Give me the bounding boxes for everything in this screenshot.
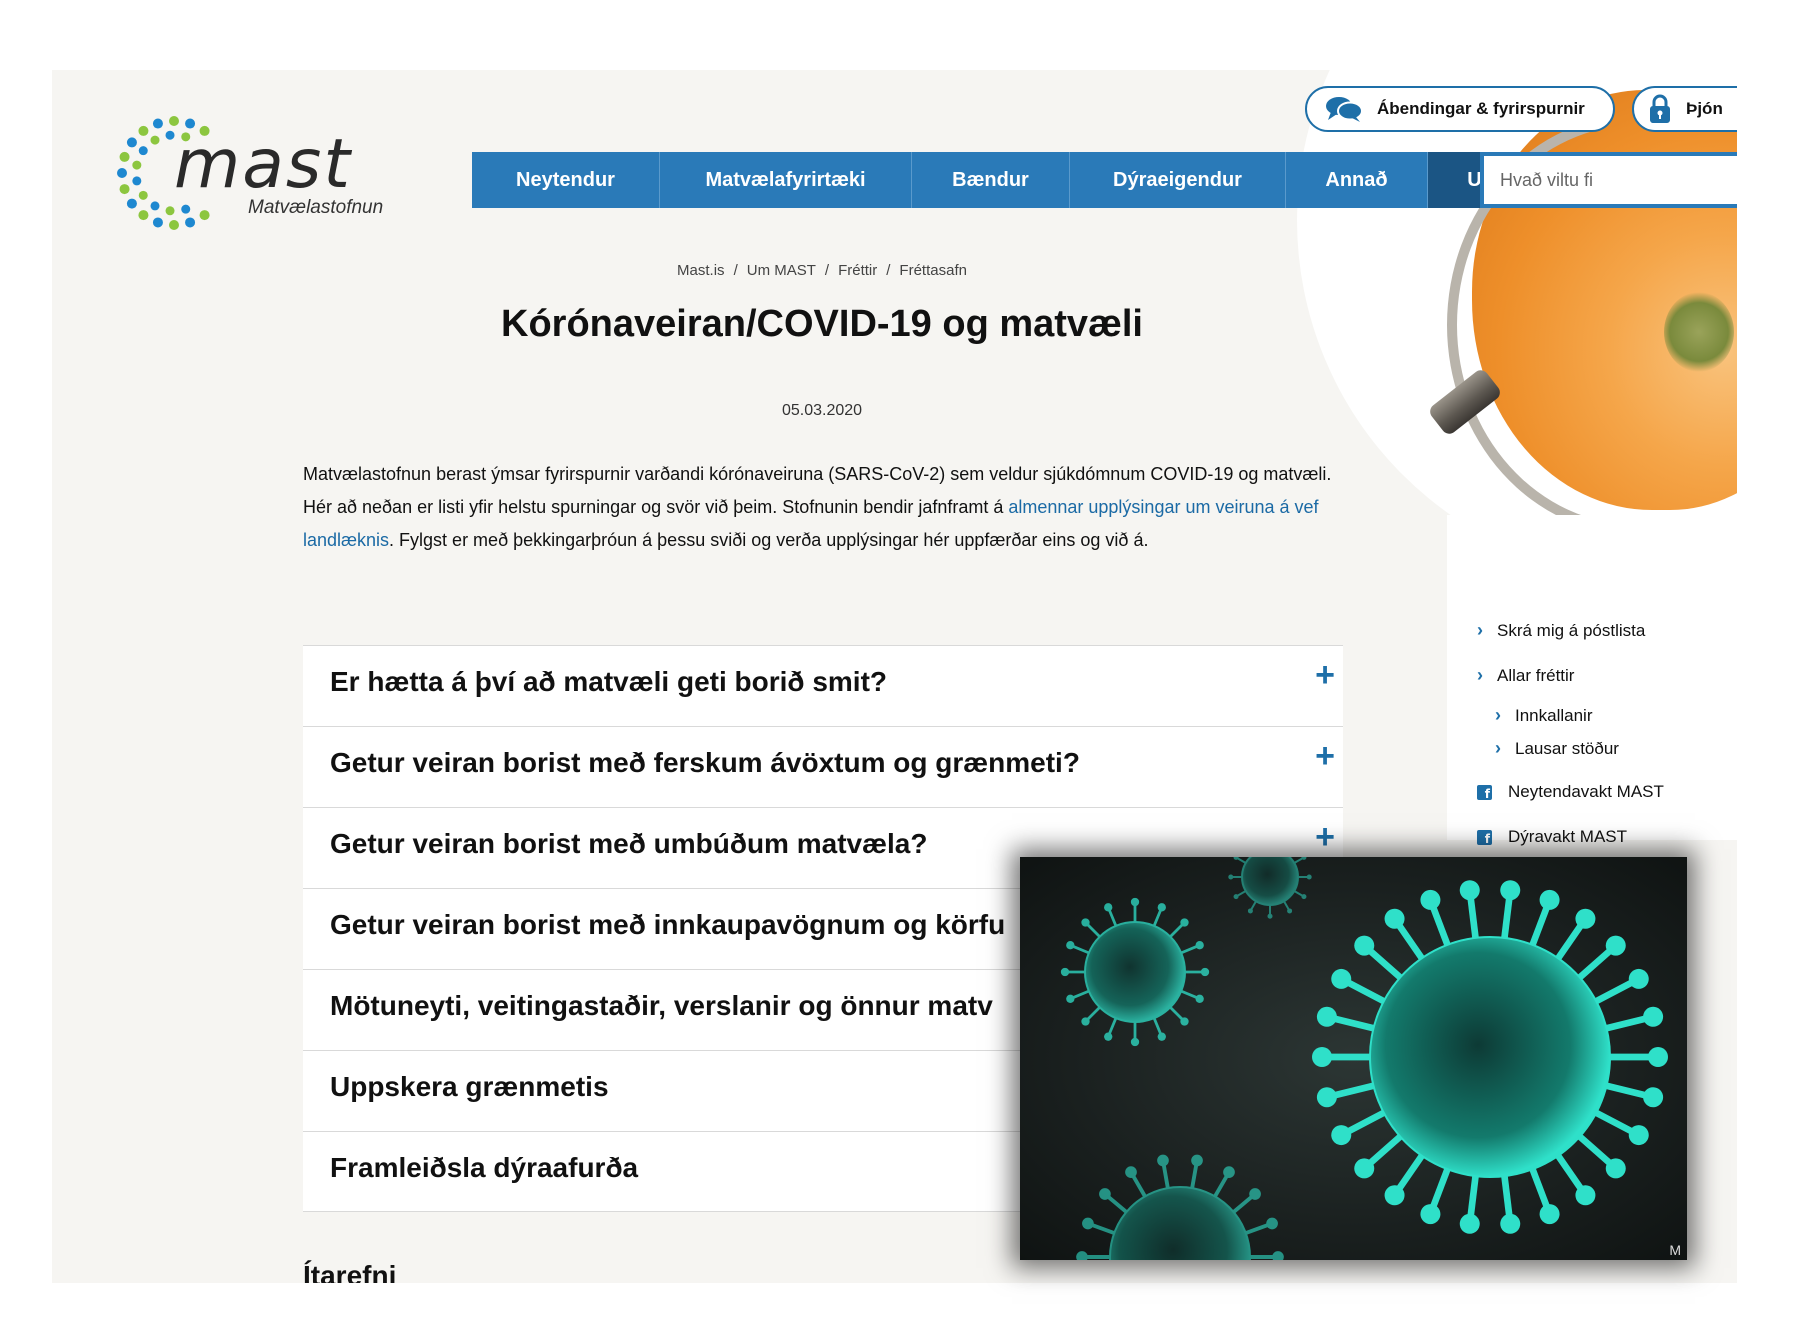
breadcrumb-um-mast[interactable]: Um MAST [747, 262, 816, 279]
chevron-right-icon: › [1495, 705, 1501, 725]
accordion-question: Er hætta á því að matvæli geti borið smi… [330, 666, 887, 697]
nav-item-matvaelafyrirtaeki[interactable]: Matvælafyrirtæki [660, 152, 912, 208]
intro-text-2: . Fylgst er með þekkingarþróun á þessu s… [389, 530, 1149, 550]
chevron-right-icon: › [1495, 738, 1501, 758]
mast-logo[interactable]: mast Matvælastofnun [112, 115, 432, 235]
nav-item-annad[interactable]: Annað [1286, 152, 1428, 208]
plus-icon[interactable]: + [1315, 818, 1335, 857]
nav-item-neytendur[interactable]: Neytendur [472, 152, 660, 208]
chevron-right-icon: › [1477, 620, 1483, 640]
service-portal-label: Þjón [1686, 99, 1723, 118]
feedback-label: Ábendingar & fyrirspurnir [1377, 99, 1585, 118]
sidebar-item-innkallanir[interactable]: › Innkallanir [1495, 705, 1593, 726]
sidebar-item-label: Allar fréttir [1497, 665, 1575, 685]
lock-icon [1648, 94, 1672, 124]
logo-subtitle: Matvælastofnun [248, 197, 384, 218]
sidebar-item-dyravakt[interactable]: f Dýravakt MAST [1477, 827, 1627, 847]
article-intro: Matvælastofnun berast ýmsar fyrirspurnir… [303, 458, 1343, 557]
chevron-right-icon: › [1477, 665, 1483, 685]
sidebar-item-label: Lausar stöður [1515, 738, 1619, 758]
accordion-item[interactable]: Er hætta á því að matvæli geti borið smi… [303, 645, 1343, 726]
image-credit: M [1669, 1242, 1681, 1258]
sidebar-item-neytendavakt[interactable]: f Neytendavakt MAST [1477, 782, 1664, 802]
breadcrumb-separator: / [824, 262, 830, 279]
nav-item-dyraeigendur[interactable]: Dýraeigendur [1070, 152, 1286, 208]
sidebar-item-label: Skrá mig á póstlista [1497, 620, 1646, 640]
page-title: Kórónaveiran/COVID-19 og matvæli [501, 303, 1143, 345]
accordion-question: Uppskera grænmetis [330, 1071, 609, 1102]
search-box [1480, 152, 1737, 208]
facebook-icon: f [1477, 784, 1492, 800]
orange-stem [1664, 292, 1734, 372]
logo-wordmark: mast [174, 125, 352, 204]
sidebar-item-postlisti[interactable]: › Skrá mig á póstlista [1477, 620, 1645, 641]
facebook-icon: f [1477, 829, 1492, 845]
sidebar-item-label: Innkallanir [1515, 705, 1593, 725]
feedback-button[interactable]: Ábendingar & fyrirspurnir [1305, 86, 1615, 132]
sidebar-item-lausar-stodur[interactable]: › Lausar stöður [1495, 738, 1619, 759]
breadcrumb-frettir[interactable]: Fréttir [838, 262, 877, 279]
sidebar-item-label: Dýravakt MAST [1508, 827, 1628, 846]
virus-illustration [1060, 857, 1668, 1260]
sidebar-item-allar-frettir[interactable]: › Allar fréttir [1477, 665, 1574, 686]
chat-bubbles-icon [1325, 95, 1363, 123]
sidebar-item-label: Neytendavakt MAST [1508, 782, 1664, 801]
breadcrumb-frettasafn[interactable]: Fréttasafn [899, 262, 967, 279]
nav-item-baendur[interactable]: Bændur [912, 152, 1070, 208]
accordion-question: Mötuneyti, veitingastaðir, verslanir og … [330, 990, 993, 1021]
breadcrumb-separator: / [886, 262, 891, 279]
accordion-question: Getur veiran borist með ferskum ávöxtum … [330, 747, 1080, 778]
breadcrumb-home[interactable]: Mast.is [677, 262, 725, 279]
accordion-question: Framleiðsla dýraafurða [330, 1152, 639, 1183]
accordion-question: Getur veiran borist með umbúðum matvæla? [330, 828, 928, 859]
service-portal-button[interactable]: Þjón [1632, 86, 1737, 132]
breadcrumb: Mast.is / Um MAST / Fréttir / Fréttasafn [52, 262, 1592, 279]
sidebar-panel: › Skrá mig á póstlista › Allar fréttir ›… [1447, 515, 1737, 846]
plus-icon[interactable]: + [1315, 737, 1335, 776]
breadcrumb-separator: / [733, 262, 738, 279]
plus-icon[interactable]: + [1315, 656, 1335, 695]
search-input[interactable] [1484, 156, 1737, 204]
main-nav: Neytendur Matvælafyrirtæki Bændur Dýraei… [472, 152, 1602, 208]
coronavirus-image: M [1020, 857, 1687, 1260]
accordion-question: Getur veiran borist með innkaupavögnum o… [330, 909, 1006, 940]
article-date: 05.03.2020 [781, 402, 863, 419]
accordion-item[interactable]: Getur veiran borist með ferskum ávöxtum … [303, 726, 1343, 807]
section-heading: Ítarefni [303, 1260, 397, 1283]
